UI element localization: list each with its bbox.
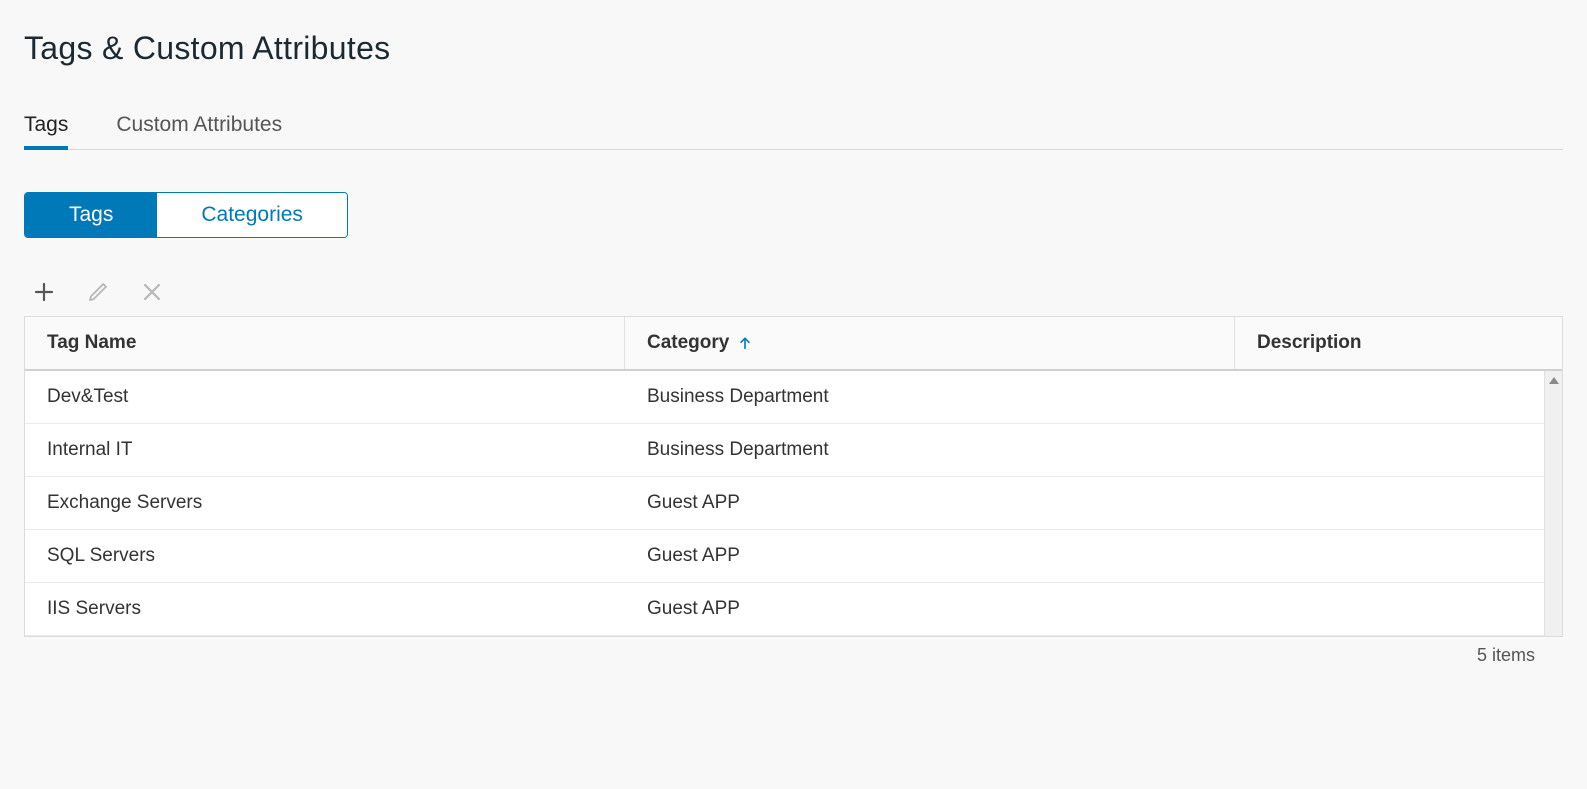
column-header-category[interactable]: Category [625, 317, 1235, 369]
tags-table: Tag Name Category Description Dev&Test B… [24, 316, 1563, 637]
column-label: Tag Name [47, 332, 136, 354]
cell-description [1235, 435, 1562, 465]
add-button[interactable] [30, 278, 58, 306]
edit-button[interactable] [84, 278, 112, 306]
cell-tag-name: Internal IT [25, 424, 625, 476]
cell-description [1235, 382, 1562, 412]
cell-tag-name: Dev&Test [25, 371, 625, 423]
table-row[interactable]: Dev&Test Business Department [25, 371, 1562, 424]
tab-custom-attributes[interactable]: Custom Attributes [116, 107, 282, 149]
cell-description [1235, 488, 1562, 518]
scroll-up-icon [1549, 377, 1559, 384]
scrollbar[interactable] [1544, 371, 1562, 636]
delete-button[interactable] [138, 278, 166, 306]
sort-asc-icon [737, 335, 753, 351]
column-label: Description [1257, 332, 1362, 354]
cell-description [1235, 594, 1562, 624]
cell-tag-name: SQL Servers [25, 530, 625, 582]
cell-category: Guest APP [625, 530, 1235, 582]
cell-category: Guest APP [625, 583, 1235, 635]
cell-tag-name: Exchange Servers [25, 477, 625, 529]
x-icon [140, 280, 164, 304]
segment-categories[interactable]: Categories [157, 193, 347, 237]
plus-icon [32, 280, 56, 304]
page-title: Tags & Custom Attributes [24, 30, 1563, 67]
tab-tags[interactable]: Tags [24, 107, 68, 149]
item-count: 5 items [1477, 645, 1535, 666]
cell-category: Business Department [625, 424, 1235, 476]
cell-tag-name: IIS Servers [25, 583, 625, 635]
table-row[interactable]: IIS Servers Guest APP [25, 583, 1562, 636]
table-row[interactable]: SQL Servers Guest APP [25, 530, 1562, 583]
table-body: Dev&Test Business Department Internal IT… [25, 371, 1562, 636]
toolbar [24, 278, 1563, 306]
table-row[interactable]: Exchange Servers Guest APP [25, 477, 1562, 530]
segmented-control: Tags Categories [24, 192, 348, 238]
pencil-icon [86, 280, 110, 304]
table-row[interactable]: Internal IT Business Department [25, 424, 1562, 477]
column-header-tag-name[interactable]: Tag Name [25, 317, 625, 369]
column-label: Category [647, 332, 729, 354]
segment-tags[interactable]: Tags [25, 193, 157, 237]
table-header: Tag Name Category Description [25, 317, 1562, 371]
cell-category: Business Department [625, 371, 1235, 423]
table-footer: 5 items [24, 637, 1563, 666]
cell-description [1235, 541, 1562, 571]
cell-category: Guest APP [625, 477, 1235, 529]
column-header-description[interactable]: Description [1235, 317, 1562, 369]
main-tabs: Tags Custom Attributes [24, 107, 1563, 150]
